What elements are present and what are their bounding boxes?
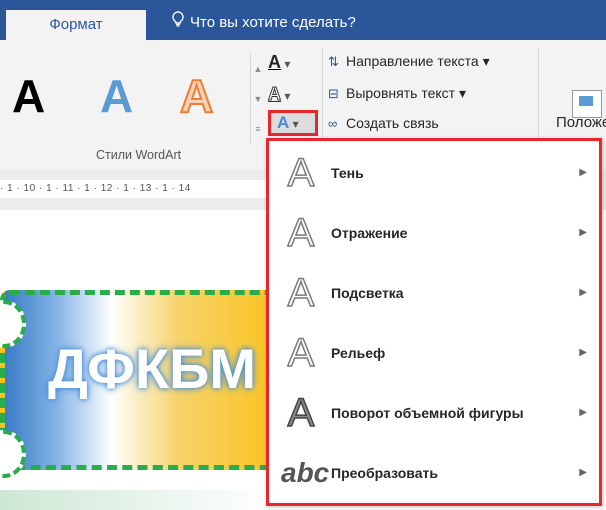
chevron-right-icon: ▶	[579, 287, 587, 298]
shape-bottom-edge	[0, 490, 270, 510]
text-direction-button[interactable]: ⇅ Направление текста ▾	[328, 50, 490, 72]
gallery-scroll[interactable]: ▲ ▼ ≡	[250, 54, 265, 144]
align-text-label: Выровнять текст	[346, 85, 456, 101]
chevron-down-icon: ▾	[458, 85, 466, 101]
menu-item-label: Подсветка	[331, 285, 404, 301]
bevel-icon: A	[287, 330, 315, 376]
create-link-label: Создать связь	[346, 115, 439, 131]
gallery-more-icon[interactable]: ≡	[251, 114, 265, 144]
gallery-up-icon[interactable]: ▲	[251, 54, 265, 84]
wordart-text[interactable]: ДФКБМ	[48, 336, 256, 401]
text-outline-button[interactable]: A ▾	[268, 84, 318, 106]
gallery-down-icon[interactable]: ▼	[251, 84, 265, 114]
menu-item-shadow[interactable]: A Тень ▶	[269, 143, 599, 203]
shadow-icon: A	[287, 150, 315, 196]
menu-item-glow[interactable]: A Подсветка ▶	[269, 263, 599, 323]
glow-icon: A	[287, 270, 315, 316]
text-effects-button[interactable]: A ▾	[268, 110, 318, 136]
text-direction-label: Направление текста	[346, 53, 479, 69]
horizontal-ruler: · 1 · 10 · 1 · 11 · 1 · 12 · 1 · 13 · 1 …	[0, 180, 270, 198]
link-icon: ∞	[328, 116, 338, 131]
menu-item-bevel[interactable]: A Рельеф ▶	[269, 323, 599, 383]
3d-rotation-icon: A	[287, 390, 315, 436]
text-effects-icon: A	[277, 113, 290, 132]
wordart-style-blue[interactable]: A	[100, 66, 133, 126]
text-fill-icon: A	[268, 52, 281, 72]
lightbulb-icon	[172, 10, 184, 36]
menu-item-label: Отражение	[331, 225, 408, 241]
menu-item-label: Поворот объемной фигуры	[331, 405, 524, 421]
chevron-down-icon: ▾	[292, 117, 299, 131]
ribbon-tab-bar: Формат Что вы хотите сделать?	[0, 0, 606, 40]
chevron-down-icon: ▾	[482, 53, 490, 69]
align-text-button[interactable]: ⊟ Выровнять текст ▾	[328, 82, 466, 104]
menu-item-transform[interactable]: abc Преобразовать ▶	[269, 443, 599, 503]
menu-item-3d-rotation[interactable]: A Поворот объемной фигуры ▶	[269, 383, 599, 443]
transform-icon: abc	[281, 457, 330, 488]
chevron-right-icon: ▶	[579, 347, 587, 358]
tab-format[interactable]: Формат	[6, 10, 146, 40]
text-direction-icon: ⇅	[328, 54, 339, 69]
menu-item-label: Рельеф	[331, 345, 386, 361]
text-effects-menu: A Тень ▶ A Отражение ▶ A Подсветка ▶ A Р…	[266, 138, 602, 506]
reflection-icon: A	[287, 210, 315, 256]
align-text-icon: ⊟	[328, 86, 339, 101]
wordart-style-orange[interactable]: A	[179, 66, 214, 126]
tell-me-search[interactable]: Что вы хотите сделать?	[172, 10, 356, 36]
menu-item-label: Преобразовать	[331, 465, 438, 481]
chevron-right-icon: ▶	[579, 407, 587, 418]
chevron-right-icon: ▶	[579, 227, 587, 238]
text-outline-icon: A	[268, 84, 282, 105]
chevron-down-icon: ▾	[284, 57, 291, 71]
chevron-right-icon: ▶	[579, 467, 587, 478]
menu-item-reflection[interactable]: A Отражение ▶	[269, 203, 599, 263]
chevron-down-icon: ▾	[284, 89, 291, 103]
create-link-button[interactable]: ∞ Создать связь	[328, 112, 439, 134]
chevron-right-icon: ▶	[579, 167, 587, 178]
wordart-style-black[interactable]: A	[12, 66, 45, 126]
menu-item-label: Тень	[331, 165, 364, 181]
position-label[interactable]: Положе	[556, 114, 606, 131]
tell-me-text: Что вы хотите сделать?	[190, 14, 356, 31]
text-fill-button[interactable]: A ▾	[268, 52, 318, 74]
group-label-wordart: Стили WordArt	[96, 148, 182, 162]
